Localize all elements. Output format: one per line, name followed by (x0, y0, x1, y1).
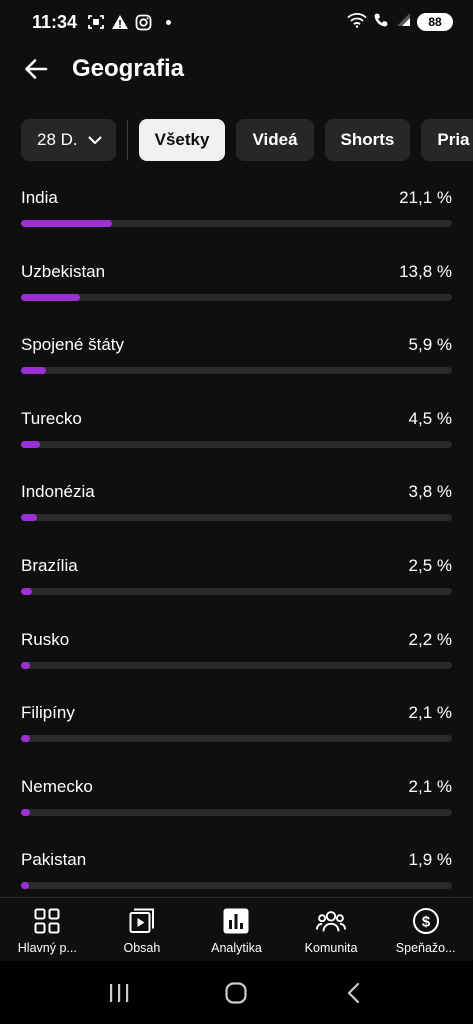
page-title: Geografia (72, 55, 185, 82)
list-item: Uzbekistan 13,8 % (21, 256, 452, 330)
svg-text:$: $ (422, 914, 431, 931)
chip-videos[interactable]: Videá (236, 119, 314, 161)
back-button[interactable] (16, 49, 56, 89)
community-icon (316, 906, 347, 936)
bottom-nav: Hlavný p... Obsah Analytika Komunita $ S… (0, 897, 473, 961)
nav-item-monetization[interactable]: $ Speňažo... (378, 898, 473, 961)
status-time: 11:34 (32, 11, 78, 32)
progress-track (21, 293, 452, 301)
list-item: Turecko 4,5 % (21, 403, 452, 477)
progress-track (21, 367, 452, 375)
recent-apps-icon (109, 983, 129, 1002)
wifi-icon (347, 12, 367, 33)
country-name: Spojené štáty (21, 335, 125, 355)
chevron-down-icon (88, 136, 102, 144)
country-name: India (21, 188, 58, 207)
country-percentage: 5,9 % (408, 335, 452, 355)
arrow-back-icon (25, 59, 48, 79)
progress-fill (21, 440, 41, 448)
list-item: Filipíny 2,1 % (21, 697, 452, 771)
list-item: India 21,1 % (21, 182, 452, 256)
content-icon (127, 906, 157, 936)
progress-track (21, 882, 452, 890)
call-icon (373, 12, 389, 33)
nav-label: Hlavný p... (17, 941, 77, 955)
chip-live[interactable]: Pria (421, 119, 473, 161)
status-bar: 11:34 88 (0, 0, 473, 44)
country-name: Turecko (21, 408, 82, 428)
progress-fill (21, 661, 31, 669)
nav-label: Obsah (123, 941, 161, 955)
country-percentage: 2,5 % (408, 555, 452, 575)
country-percentage: 13,8 % (399, 261, 452, 281)
progress-fill (21, 514, 38, 522)
progress-track (21, 587, 452, 595)
progress-fill (21, 735, 31, 743)
progress-fill (21, 293, 81, 301)
country-percentage: 2,1 % (408, 776, 452, 796)
system-back-button[interactable] (329, 968, 379, 1018)
nav-item-analytics[interactable]: Analytika (189, 898, 284, 961)
progress-fill (21, 367, 47, 375)
list-item: Nemecko 2,1 % (21, 771, 452, 845)
country-name: Brazília (21, 555, 78, 575)
filter-divider (126, 120, 128, 160)
country-percentage: 21,1 % (399, 188, 452, 207)
country-percentage: 2,1 % (408, 703, 452, 723)
screenshot-icon (87, 13, 105, 31)
list-item: Rusko 2,2 % (21, 624, 452, 698)
progress-track (21, 661, 452, 669)
chevron-left-icon (348, 982, 360, 1003)
progress-fill (21, 882, 30, 890)
country-name: Nemecko (21, 776, 93, 796)
country-name: Pakistan (21, 850, 87, 870)
progress-track (21, 514, 452, 522)
home-button[interactable] (211, 968, 261, 1018)
progress-track (21, 808, 452, 816)
instagram-icon (135, 14, 152, 31)
home-icon (225, 981, 248, 1004)
chip-shorts[interactable]: Shorts (324, 119, 411, 161)
dashboard-icon (32, 906, 62, 936)
progress-fill (21, 808, 31, 816)
nav-label: Komunita (304, 941, 358, 955)
notification-dot-icon (166, 19, 172, 25)
recent-apps-button[interactable] (94, 968, 144, 1018)
country-list: India 21,1 % Uzbekistan 13,8 % Spojené š… (21, 182, 452, 890)
chip-all[interactable]: Všetky (138, 119, 226, 161)
progress-fill (21, 587, 32, 595)
battery-indicator: 88 (417, 13, 453, 31)
country-percentage: 2,2 % (408, 629, 452, 649)
list-item: Indonézia 3,8 % (21, 476, 452, 550)
progress-track (21, 220, 452, 227)
progress-fill (21, 220, 112, 227)
analytics-icon (221, 906, 251, 936)
nav-label: Speňažo... (395, 941, 456, 955)
list-item: Pakistan 1,9 % (21, 844, 452, 890)
monetization-icon: $ (411, 906, 441, 936)
period-dropdown-label: 28 D. (37, 130, 78, 149)
country-percentage: 3,8 % (408, 482, 452, 502)
nav-label: Analytika (211, 941, 262, 955)
progress-track (21, 735, 452, 743)
list-item: Spojené štáty 5,9 % (21, 329, 452, 403)
nav-item-content[interactable]: Obsah (95, 898, 190, 961)
country-name: Rusko (21, 629, 70, 649)
warning-icon (111, 13, 129, 31)
list-item: Brazília 2,5 % (21, 550, 452, 624)
nav-item-dashboard[interactable]: Hlavný p... (0, 898, 95, 961)
country-name: Uzbekistan (21, 261, 106, 281)
period-dropdown[interactable]: 28 D. (21, 119, 116, 161)
country-name: Indonézia (21, 482, 95, 502)
app-header: Geografia (0, 44, 473, 94)
system-nav-bar (0, 961, 473, 1024)
nav-item-community[interactable]: Komunita (284, 898, 379, 961)
country-percentage: 4,5 % (408, 408, 452, 428)
country-name: Filipíny (21, 703, 75, 723)
signal-icon (395, 12, 411, 32)
progress-track (21, 440, 452, 448)
filter-bar: 28 D. Všetky Videá Shorts Pria (21, 119, 473, 161)
country-percentage: 1,9 % (408, 850, 452, 870)
